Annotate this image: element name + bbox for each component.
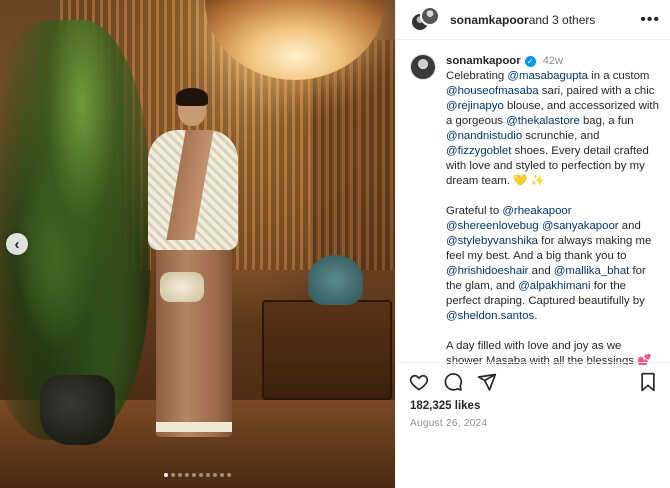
sari-hem <box>156 422 232 432</box>
caption-text: . <box>534 310 538 322</box>
carousel-indicator <box>0 473 395 477</box>
carousel-prev-button[interactable]: ‹ <box>6 233 28 255</box>
post-caption: sonamkapoor ✓ 42w Celebrating @masabagup… <box>396 40 670 365</box>
carousel-dot <box>220 473 224 477</box>
bookmark-icon[interactable] <box>637 371 659 393</box>
avatar <box>420 5 440 26</box>
carousel-dot <box>206 473 210 477</box>
mention-link[interactable]: @hrishidoeshair <box>446 265 528 277</box>
carousel-dot <box>171 473 175 477</box>
chevron-left-icon: ‹ <box>14 235 20 253</box>
carousel-dot <box>185 473 189 477</box>
mention-link[interactable]: @shereenlovebug <box>446 220 539 232</box>
mention-link[interactable]: @sanyakapoor <box>542 220 619 232</box>
collab-avatars[interactable] <box>410 5 440 34</box>
mention-link[interactable]: @masabagupta <box>507 70 588 82</box>
post-side-panel: sonamkapoor and 3 others ••• sonamkapoor… <box>395 0 670 488</box>
avatar[interactable] <box>410 54 436 80</box>
caption-header: sonamkapoor ✓ 42w <box>446 54 660 69</box>
caption-text: Celebrating <box>446 70 508 82</box>
caption-text: and <box>618 220 641 232</box>
post-photo[interactable]: ‹ <box>0 0 395 488</box>
caption-text: scrunchie, and <box>522 130 600 142</box>
likes-count[interactable]: 182,325 likes <box>410 400 480 412</box>
caption-text: bag, a fun <box>579 115 634 127</box>
caption-paragraph-1: Celebrating @masabagupta in a custom @ho… <box>446 69 660 189</box>
comment-icon[interactable] <box>442 371 464 393</box>
carousel-dot <box>199 473 203 477</box>
mention-link[interactable]: @fizzygoblet <box>446 145 511 157</box>
header-others-link[interactable]: and 3 others <box>529 13 596 27</box>
mention-link[interactable]: @stylebyvanshika <box>446 235 538 247</box>
mention-link[interactable]: @rejinapyo <box>446 100 504 112</box>
mention-link[interactable]: @rheakapoor <box>502 205 571 217</box>
header-username[interactable]: sonamkapoor <box>450 13 529 27</box>
carousel-dot <box>227 473 231 477</box>
hair <box>176 88 208 106</box>
send-icon[interactable] <box>476 371 498 393</box>
caption-paragraph-2: Grateful to @rheakapoor @shereenlovebug … <box>446 204 660 324</box>
plant-pot <box>40 375 115 445</box>
heart-icon[interactable] <box>408 371 430 393</box>
more-options-icon[interactable]: ••• <box>640 11 660 29</box>
carousel-dot <box>213 473 217 477</box>
carousel-dot <box>164 473 168 477</box>
caption-text: sari, paired with a chic <box>538 85 655 97</box>
woman-in-sari <box>148 88 238 437</box>
mention-link[interactable]: @alpakhimani <box>518 280 590 292</box>
mention-link[interactable]: @sheldon.santos <box>446 310 534 322</box>
clutch-bag <box>160 272 204 302</box>
verified-badge-icon: ✓ <box>524 56 536 67</box>
wooden-chest <box>262 300 392 400</box>
post-header: sonamkapoor and 3 others ••• <box>396 0 670 40</box>
carousel-dot <box>192 473 196 477</box>
caption-text: in a custom <box>588 70 650 82</box>
mention-link[interactable]: @thekalastore <box>506 115 580 127</box>
mention-link[interactable]: @mallika_bhat <box>554 265 630 277</box>
mention-link[interactable]: @nandnistudio <box>446 130 522 142</box>
post-age[interactable]: 42w <box>543 54 563 69</box>
carousel-dot <box>178 473 182 477</box>
post-date[interactable]: August 26, 2024 <box>410 418 487 429</box>
caption-text: and <box>528 265 554 277</box>
mention-link[interactable]: @houseofmasaba <box>446 85 539 97</box>
ganesha-statue <box>308 255 363 305</box>
action-bar <box>396 362 670 400</box>
caption-body: sonamkapoor ✓ 42w Celebrating @masabagup… <box>446 54 660 365</box>
caption-text: Grateful to <box>446 205 503 217</box>
caption-username[interactable]: sonamkapoor <box>446 54 521 69</box>
